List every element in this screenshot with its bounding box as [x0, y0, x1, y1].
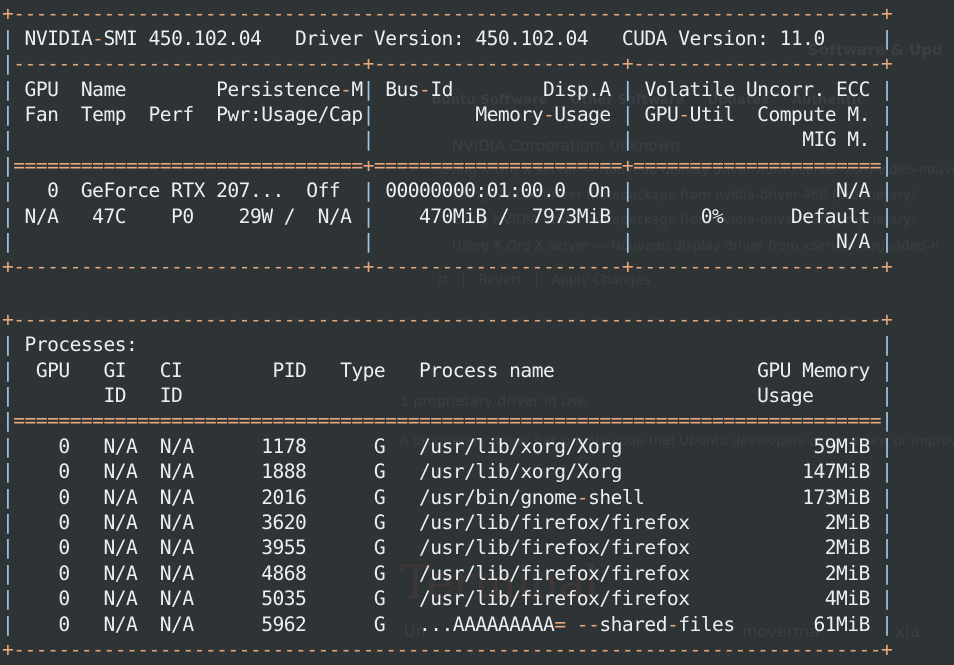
- processes-double-rule: |=======================================…: [2, 409, 893, 432]
- table-row: | 0 N/A N/A 4868 G /usr/lib/firefox/fire…: [2, 562, 893, 585]
- smi-version-line: | NVIDIA-SMI 450.102.04 Driver Version: …: [2, 27, 893, 50]
- processes-header-row-2: | ID ID Usage |: [2, 384, 893, 407]
- gpu-row-0-line-1: | 0 GeForce RTX 207... Off | 00000000:01…: [2, 179, 893, 202]
- gpu-header-row-2: | Fan Temp Perf Pwr:Usage/Cap| Memory-Us…: [2, 103, 893, 126]
- border-top-gpu-table: +---------------------------------------…: [2, 2, 893, 25]
- separator-gpu-header: |-------------------------------+-------…: [2, 52, 893, 75]
- gpu-row-0-line-2: | N/A 47C P0 29W / N/A | 470MiB / 7973Mi…: [2, 205, 893, 228]
- gpu-row-0-line-3: | | | N/A |: [2, 230, 893, 253]
- table-row: | 0 N/A N/A 3955 G /usr/lib/firefox/fire…: [2, 536, 893, 559]
- gpu-header-row-3: | | | MIG M. |: [2, 128, 893, 151]
- processes-title-line: | Processes: |: [2, 333, 893, 356]
- border-bottom-processes-table: +---------------------------------------…: [2, 638, 893, 661]
- terminal-text-buffer[interactable]: +---------------------------------------…: [0, 0, 954, 665]
- table-row: | 0 N/A N/A 2016 G /usr/bin/gnome-shell …: [2, 486, 893, 509]
- table-row: | 0 N/A N/A 1888 G /usr/lib/xorg/Xorg 14…: [2, 460, 893, 483]
- table-row: | 0 N/A N/A 5035 G /usr/lib/firefox/fire…: [2, 587, 893, 610]
- gpu-header-row-1: | GPU Name Persistence-M| Bus-Id Disp.A …: [2, 78, 893, 101]
- processes-header-row-1: | GPU GI CI PID Type Process name GPU Me…: [2, 359, 893, 382]
- border-top-processes-table: +---------------------------------------…: [2, 308, 893, 331]
- terminal-window[interactable]: Software & Upd buntu Software Other Soft…: [0, 0, 954, 665]
- border-bottom-gpu-table: +-------------------------------+-------…: [2, 255, 893, 278]
- table-row: | 0 N/A N/A 5962 G ...AAAAAAAAA= --share…: [2, 613, 893, 636]
- gpu-header-double-rule: |===============================+=======…: [2, 154, 893, 177]
- table-row: | 0 N/A N/A 3620 G /usr/lib/firefox/fire…: [2, 511, 893, 534]
- table-row: | 0 N/A N/A 1178 G /usr/lib/xorg/Xorg 59…: [2, 435, 893, 458]
